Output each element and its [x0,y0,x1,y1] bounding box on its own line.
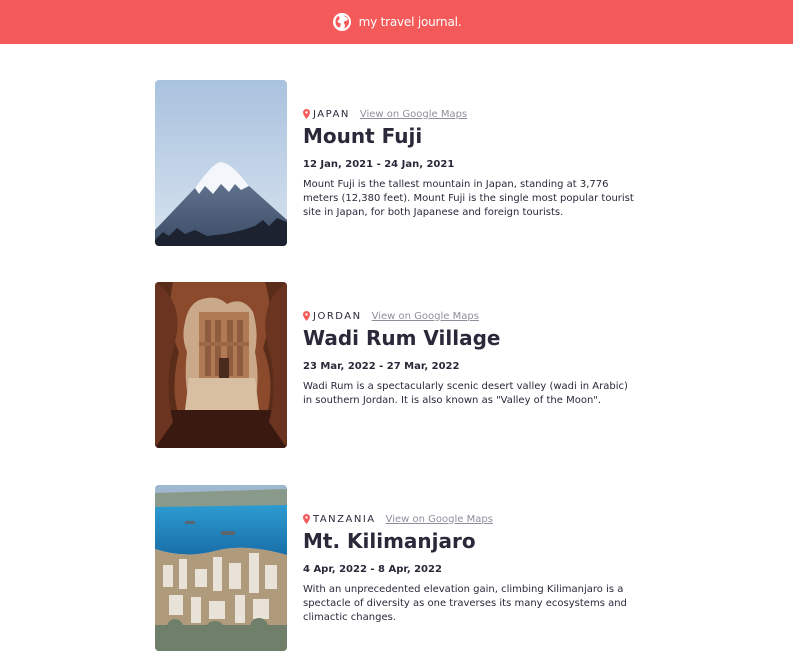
entry-dates: 12 Jan, 2021 - 24 Jan, 2021 [303,159,455,170]
entry-dates: 23 Mar, 2022 - 27 Mar, 2022 [303,361,460,372]
entry-description: With an unprecedented elevation gain, cl… [303,584,627,623]
navbar: my travel journal. [0,0,793,44]
entry-title: Mt. Kilimanjaro [303,529,476,553]
entry-description: Mount Fuji is the tallest mountain in Ja… [303,179,634,218]
location-row: JAPAN View on Google Maps [303,107,467,121]
globe-icon [332,12,352,32]
entry-country: JAPAN [313,108,350,120]
entry-title: Wadi Rum Village [303,326,501,350]
location-row: TANZANIA View on Google Maps [303,512,493,526]
location-pin-icon [303,311,310,321]
brand-title: my travel journal. [358,15,462,29]
location-pin-icon [303,109,310,119]
entry-country: TANZANIA [313,513,376,525]
journal-entry: JORDAN View on Google Maps Wadi Rum Vill… [155,282,645,448]
entry-photo-kilimanjaro [155,485,287,651]
google-maps-link[interactable]: View on Google Maps [360,109,467,120]
entry-photo-mount-fuji [155,80,287,246]
location-pin-icon [303,514,310,524]
journal-entry: JAPAN View on Google Maps Mount Fuji 12 … [155,80,645,246]
entry-title: Mount Fuji [303,124,423,148]
entry-country: JORDAN [313,310,362,322]
entry-description: Wadi Rum is a spectacularly scenic deser… [303,381,628,406]
entry-dates: 4 Apr, 2022 - 8 Apr, 2022 [303,564,442,575]
entry-photo-wadi-rum [155,282,287,448]
location-row: JORDAN View on Google Maps [303,309,479,323]
google-maps-link[interactable]: View on Google Maps [386,514,493,525]
google-maps-link[interactable]: View on Google Maps [372,311,479,322]
journal-entry: TANZANIA View on Google Maps Mt. Kiliman… [155,485,645,651]
